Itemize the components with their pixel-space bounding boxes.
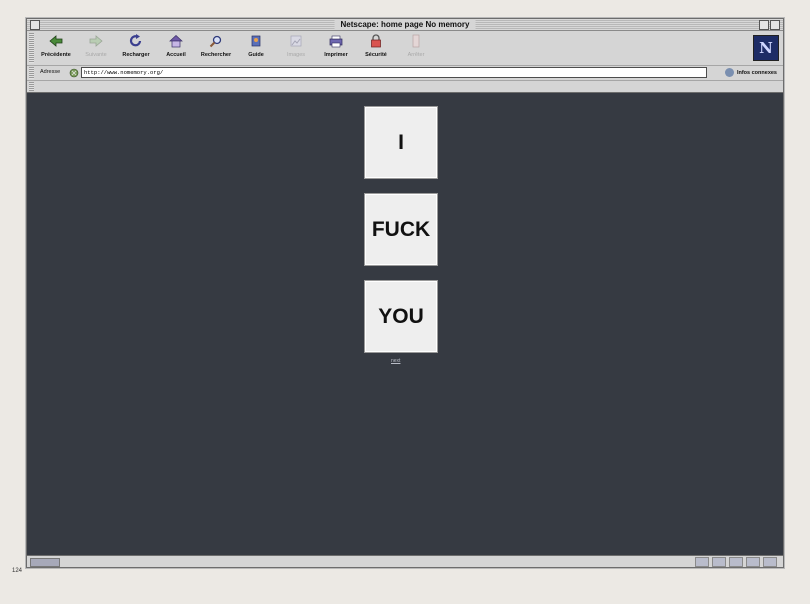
navigation-toolbar: Précédente Suivante Recharger Accueil Re…	[27, 31, 783, 66]
search-icon	[209, 35, 222, 48]
navigator-icon[interactable]	[695, 557, 709, 567]
address-label: Adresse	[40, 69, 61, 75]
print-button[interactable]: Imprimer	[315, 34, 357, 58]
search-button[interactable]: Rechercher	[195, 34, 237, 58]
reload-button[interactable]: Recharger	[115, 34, 157, 58]
home-icon	[169, 35, 183, 48]
bookmark-page-icon[interactable]	[69, 68, 79, 78]
print-icon	[329, 35, 343, 48]
location-grip[interactable]	[29, 67, 34, 79]
reload-icon	[129, 34, 142, 47]
mail-icon[interactable]	[712, 557, 726, 567]
browser-window: Netscape: home page No memory Précédente…	[26, 18, 784, 568]
stop-button[interactable]: Arrêter	[395, 34, 437, 58]
home-button[interactable]: Accueil	[155, 34, 197, 58]
security-button[interactable]: Sécurité	[355, 34, 397, 58]
window-title: Netscape: home page No memory	[334, 19, 476, 30]
personal-toolbar-grip[interactable]	[29, 82, 34, 91]
address-book-icon[interactable]	[746, 557, 760, 567]
security-lock-icon	[371, 34, 381, 48]
forward-arrow-icon	[89, 35, 103, 47]
title-bar[interactable]: Netscape: home page No memory	[27, 19, 783, 31]
security-status-indicator[interactable]	[30, 558, 60, 567]
stop-icon	[412, 34, 420, 48]
guide-icon	[251, 35, 261, 47]
component-bar	[695, 557, 777, 567]
guide-button[interactable]: Guide	[235, 34, 277, 58]
back-button[interactable]: Précédente	[35, 34, 77, 58]
page-content: I FUCK YOU next	[27, 93, 783, 555]
status-bar	[27, 555, 783, 567]
word-tile-i: I	[365, 107, 437, 178]
toolbar-grip[interactable]	[29, 33, 34, 63]
netscape-logo[interactable]: N	[753, 35, 779, 61]
personal-toolbar	[27, 81, 783, 93]
printed-page: Netscape: home page No memory Précédente…	[0, 0, 810, 604]
related-info-icon	[724, 68, 734, 77]
word-tile-fuck: FUCK	[365, 194, 437, 265]
related-info-label: Infos connexes	[736, 69, 777, 76]
discussion-icon[interactable]	[729, 557, 743, 567]
zoom-box[interactable]	[759, 20, 769, 30]
back-arrow-icon	[49, 35, 63, 47]
location-bar: Adresse http://www.nomemory.org/ Infos c…	[27, 66, 783, 81]
images-button[interactable]: Images	[275, 34, 317, 58]
related-info-button[interactable]: Infos connexes	[724, 68, 777, 77]
forward-button[interactable]: Suivante	[75, 34, 117, 58]
url-input[interactable]: http://www.nomemory.org/	[81, 67, 707, 78]
word-tile-you: YOU	[365, 281, 437, 352]
page-number: 124	[12, 568, 23, 574]
next-link[interactable]: next	[391, 358, 400, 364]
images-icon	[290, 35, 302, 47]
close-box[interactable]	[30, 20, 40, 30]
composer-icon[interactable]	[763, 557, 777, 567]
collapse-box[interactable]	[770, 20, 780, 30]
